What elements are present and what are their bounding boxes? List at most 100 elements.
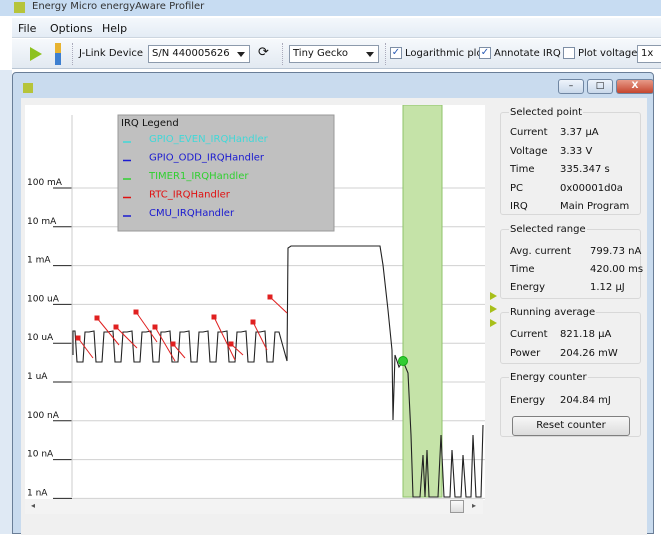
reset-counter-button[interactable]: Reset counter [512, 416, 630, 436]
legend-entry: CMU_IRQHandler [149, 208, 235, 219]
panel-title: Selected range [509, 224, 587, 235]
irq-annotation-marker[interactable] [211, 314, 217, 320]
row-value: Main Program [560, 201, 630, 212]
selected-point-row: PC 0x00001d0a [510, 182, 623, 194]
y-tick-label: 1 nA [27, 488, 48, 498]
log-plot-checkbox[interactable]: ✓ [390, 47, 402, 59]
panel-title: Energy counter [509, 372, 588, 383]
row-label: PC [510, 182, 524, 194]
legend-title: IRQ Legend [121, 118, 179, 129]
energy-counter-row: Energy 204.84 mJ [510, 395, 611, 406]
log-plot-label: Logarithmic plot [405, 48, 487, 59]
menu-file[interactable]: File [18, 22, 36, 35]
y-tick-label: 1 uA [27, 372, 48, 382]
irq-annotation-marker[interactable] [152, 324, 158, 330]
device-select[interactable]: S/N 440005626 [148, 45, 250, 63]
y-tick-label: 10 nA [27, 450, 54, 460]
irq-annotation-marker[interactable] [113, 324, 119, 330]
plot-voltage-checkbox[interactable] [563, 47, 575, 59]
panel-title: Selected point [509, 107, 584, 118]
row-value: 799.73 nA [590, 246, 642, 257]
y-tick-label: 100 uA [27, 294, 60, 304]
irq-annotation-marker[interactable] [133, 309, 139, 315]
irq-annotation-marker[interactable] [94, 315, 100, 321]
minimize-button[interactable]: – [558, 79, 584, 94]
scroll-right-icon[interactable]: ▸ [472, 501, 476, 510]
legend-entry: GPIO_ODD_IRQHandler [149, 153, 265, 164]
app-titlebar: Energy Micro energyAware Profiler [0, 0, 661, 16]
current-plot[interactable]: 100 mA 10 mA 1 mA 100 uA 10 uA 1 uA 100 nA 10 n… [25, 105, 485, 500]
legend-entry: RTC_IRQHandler [149, 190, 231, 201]
target-select[interactable]: Tiny Gecko [289, 45, 379, 63]
row-value: 821.18 µA [560, 329, 612, 340]
scroll-thumb[interactable] [450, 500, 464, 513]
selected-range-row: Time 420.00 ms [510, 264, 643, 275]
y-tick-label: 100 nA [27, 411, 60, 421]
selected-range-row: Energy 1.12 µJ [510, 282, 625, 293]
menu-help[interactable]: Help [102, 22, 127, 35]
plot-voltage-label: Plot voltage [578, 48, 638, 59]
selected-range-band[interactable] [402, 105, 443, 498]
separator [385, 43, 386, 65]
separator [282, 43, 283, 65]
irq-annotation-marker[interactable] [170, 341, 176, 347]
brush-icon[interactable] [55, 43, 61, 65]
separator [72, 43, 73, 65]
window-icon [23, 83, 33, 93]
energy-counter-panel: Energy counter Reset counter [500, 372, 641, 437]
row-value: 204.26 mW [560, 347, 618, 359]
annotate-irq-checkbox[interactable]: ✓ [479, 47, 491, 59]
y-tick-label: 1 mA [27, 256, 51, 266]
refresh-icon[interactable]: ⟳ [258, 45, 269, 60]
close-button[interactable]: X [616, 79, 654, 94]
target-value: Tiny Gecko [293, 48, 348, 59]
app-icon [14, 2, 25, 13]
row-label: Voltage [510, 145, 548, 157]
app-title: Energy Micro energyAware Profiler [32, 1, 205, 12]
left-border [0, 70, 12, 534]
row-label: Current [510, 329, 548, 340]
y-tick-label: 10 mA [27, 217, 57, 227]
arrow-marker-icon [490, 319, 497, 327]
selected-point-row: Time 335.347 s [510, 164, 610, 175]
row-label: Current [510, 127, 548, 138]
play-icon[interactable] [30, 47, 42, 61]
device-value: S/N 440005626 [152, 48, 230, 59]
irq-annotation-marker[interactable] [250, 319, 256, 325]
row-label: Avg. current [510, 246, 571, 257]
annotate-irq-label: Annotate IRQ [494, 48, 561, 59]
irq-legend: IRQ Legend GPIO_EVEN_IRQHandler GPIO_ODD_… [117, 114, 335, 232]
horizontal-scrollbar[interactable]: ◂ ▸ [25, 499, 483, 514]
row-value: 3.33 V [560, 145, 593, 157]
row-label: IRQ [510, 201, 528, 212]
arrow-marker-icon [490, 292, 497, 300]
selected-point-marker[interactable] [398, 356, 408, 366]
row-value: 335.347 s [560, 164, 610, 175]
maximize-button[interactable]: □ [587, 79, 613, 94]
toolbar: J-Link Device S/N 440005626 ⟳ Tiny Gecko… [12, 39, 661, 69]
y-tick-label: 100 mA [27, 178, 63, 188]
zoom-value: 1x [641, 48, 654, 59]
row-value: 0x00001d0a [560, 182, 623, 194]
irq-annotation-marker[interactable] [228, 341, 234, 347]
scroll-left-icon[interactable]: ◂ [31, 501, 35, 510]
irq-annotation-marker[interactable] [75, 335, 81, 341]
chevron-down-icon [237, 52, 245, 57]
selected-range-row: Avg. current 799.73 nA [510, 246, 641, 257]
y-tick-label: 10 uA [27, 333, 54, 343]
zoom-select[interactable]: 1x [637, 45, 661, 63]
irq-annotation-marker[interactable] [267, 294, 273, 300]
row-label: Time [510, 264, 535, 275]
row-label: Power [510, 347, 541, 359]
panel-title: Running average [509, 307, 597, 318]
row-label: Energy [510, 395, 546, 406]
menu-bar: File Options Help [12, 18, 661, 38]
legend-entry: TIMER1_IRQHandler [148, 171, 249, 182]
selected-point-row: Current 3.37 µA [510, 127, 599, 138]
running-average-row: Power 204.26 mW [510, 347, 618, 359]
selected-point-row: Voltage 3.33 V [510, 145, 592, 157]
arrow-marker-icon [490, 305, 497, 313]
row-value: 3.37 µA [560, 127, 599, 138]
menu-options[interactable]: Options [50, 22, 92, 35]
row-value: 1.12 µJ [590, 282, 625, 293]
